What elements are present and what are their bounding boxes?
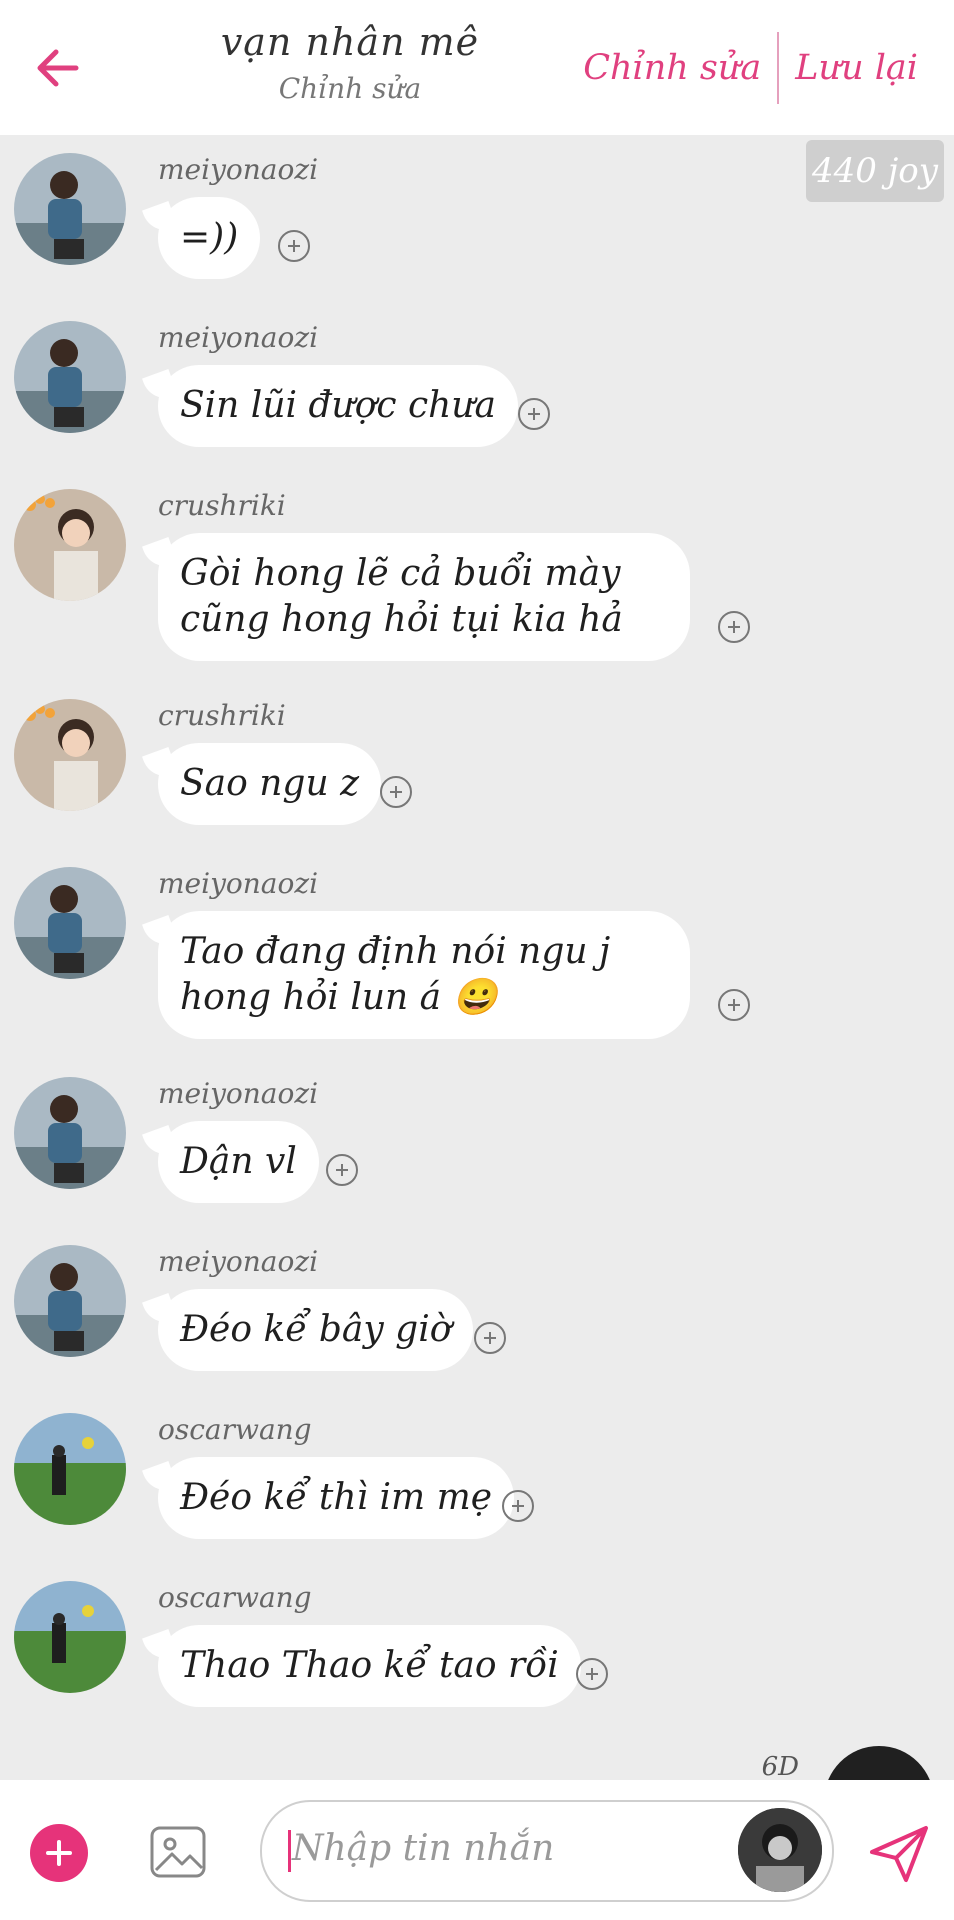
message-row: meiyonaozi Đéo kể bây giờ [0, 1227, 954, 1395]
message-bubble[interactable]: Đéo kể thì im mẹ [158, 1457, 515, 1539]
avatar-crushriki[interactable] [14, 489, 126, 601]
plus-icon [728, 621, 740, 633]
send-icon [870, 1826, 928, 1882]
message-row: meiyonaozi Tao đang định nói ngu j hong … [0, 849, 954, 1059]
plus-icon [484, 1332, 496, 1344]
text-caret [288, 1830, 291, 1872]
message-row: crushriki Sao ngu z [0, 681, 954, 849]
avatar-meiyonaozi[interactable] [14, 867, 126, 979]
title-block: vạn nhân mê Chỉnh sửa [150, 20, 550, 105]
react-button[interactable] [718, 611, 750, 643]
username: meiyonaozi [158, 1077, 319, 1110]
add-button[interactable] [30, 1824, 88, 1882]
message-row: oscarwang Đéo kể thì im mẹ [0, 1395, 954, 1563]
react-button[interactable] [718, 989, 750, 1021]
username: oscarwang [158, 1581, 312, 1614]
plus-icon [336, 1164, 348, 1176]
avatar-meiyonaozi[interactable] [14, 153, 126, 265]
username: oscarwang [158, 1413, 312, 1446]
username: meiyonaozi [158, 321, 319, 354]
message-bubble[interactable]: Dận vl [158, 1121, 319, 1203]
chat-subtitle: Chỉnh sửa [278, 72, 422, 105]
plus-icon [288, 240, 300, 252]
plus-icon [586, 1668, 598, 1680]
avatar-oscarwang[interactable] [14, 1581, 126, 1693]
plus-icon [390, 786, 402, 798]
username: meiyonaozi [158, 153, 319, 186]
plus-icon [528, 408, 540, 420]
react-button[interactable] [576, 1658, 608, 1690]
message-bubble[interactable]: Đéo kể bây giờ [158, 1289, 474, 1371]
arrow-left-icon [37, 49, 79, 87]
message-bubble[interactable]: Sao ngu z [158, 743, 382, 825]
edit-button[interactable]: Chỉnh sửa [567, 48, 777, 88]
avatar-oscarwang[interactable] [14, 1413, 126, 1525]
avatar-meiyonaozi[interactable] [14, 1077, 126, 1189]
next-message-label: 6D [761, 1752, 799, 1782]
avatar-crushriki[interactable] [14, 699, 126, 811]
plus-icon [728, 999, 740, 1011]
message-row: meiyonaozi Dận vl [0, 1059, 954, 1227]
username: crushriki [158, 699, 286, 732]
react-button[interactable] [474, 1322, 506, 1354]
react-button[interactable] [278, 230, 310, 262]
plus-icon [46, 1840, 72, 1866]
message-input-placeholder: Nhập tin nhắn [292, 1828, 555, 1869]
username: crushriki [158, 489, 286, 522]
message-bubble[interactable]: Thao Thao kể tao rồi [158, 1625, 581, 1707]
image-icon [150, 1826, 206, 1878]
username: meiyonaozi [158, 867, 319, 900]
message-list[interactable]: meiyonaozi =)) meiyonaozi Sin lũi được c… [0, 135, 954, 1775]
avatar-meiyonaozi[interactable] [14, 321, 126, 433]
message-bubble[interactable]: Gòi hong lẽ cả buổi mày cũng hong hỏi tụ… [158, 533, 690, 661]
message-row: oscarwang Thao Thao kể tao rồi [0, 1563, 954, 1731]
username: meiyonaozi [158, 1245, 319, 1278]
react-button[interactable] [518, 398, 550, 430]
message-bubble[interactable]: Sin lũi được chưa [158, 365, 518, 447]
header-actions: Chỉnh sửa Lưu lại [567, 0, 934, 135]
back-button[interactable] [30, 40, 86, 96]
message-row: crushriki Gòi hong lẽ cả buổi mày cũng h… [0, 471, 954, 681]
message-row: meiyonaozi Sin lũi được chưa [0, 303, 954, 471]
react-button[interactable] [380, 776, 412, 808]
save-button[interactable]: Lưu lại [779, 48, 934, 88]
image-button[interactable] [148, 1822, 208, 1882]
sticker-avatar-button[interactable] [738, 1808, 822, 1892]
react-button[interactable] [326, 1154, 358, 1186]
react-button[interactable] [502, 1490, 534, 1522]
plus-icon [512, 1500, 524, 1512]
message-bubble[interactable]: =)) [158, 197, 261, 279]
message-bubble[interactable]: Tao đang định nói ngu j hong hỏi lun á 😀 [158, 911, 690, 1039]
avatar-meiyonaozi[interactable] [14, 1245, 126, 1357]
chat-header: vạn nhân mê Chỉnh sửa Chỉnh sửa Lưu lại [0, 0, 954, 135]
send-button[interactable] [866, 1820, 932, 1886]
chat-title: vạn nhân mê [220, 20, 480, 64]
message-input[interactable]: Nhập tin nhắn [260, 1800, 834, 1902]
message-row: meiyonaozi =)) [0, 135, 954, 303]
